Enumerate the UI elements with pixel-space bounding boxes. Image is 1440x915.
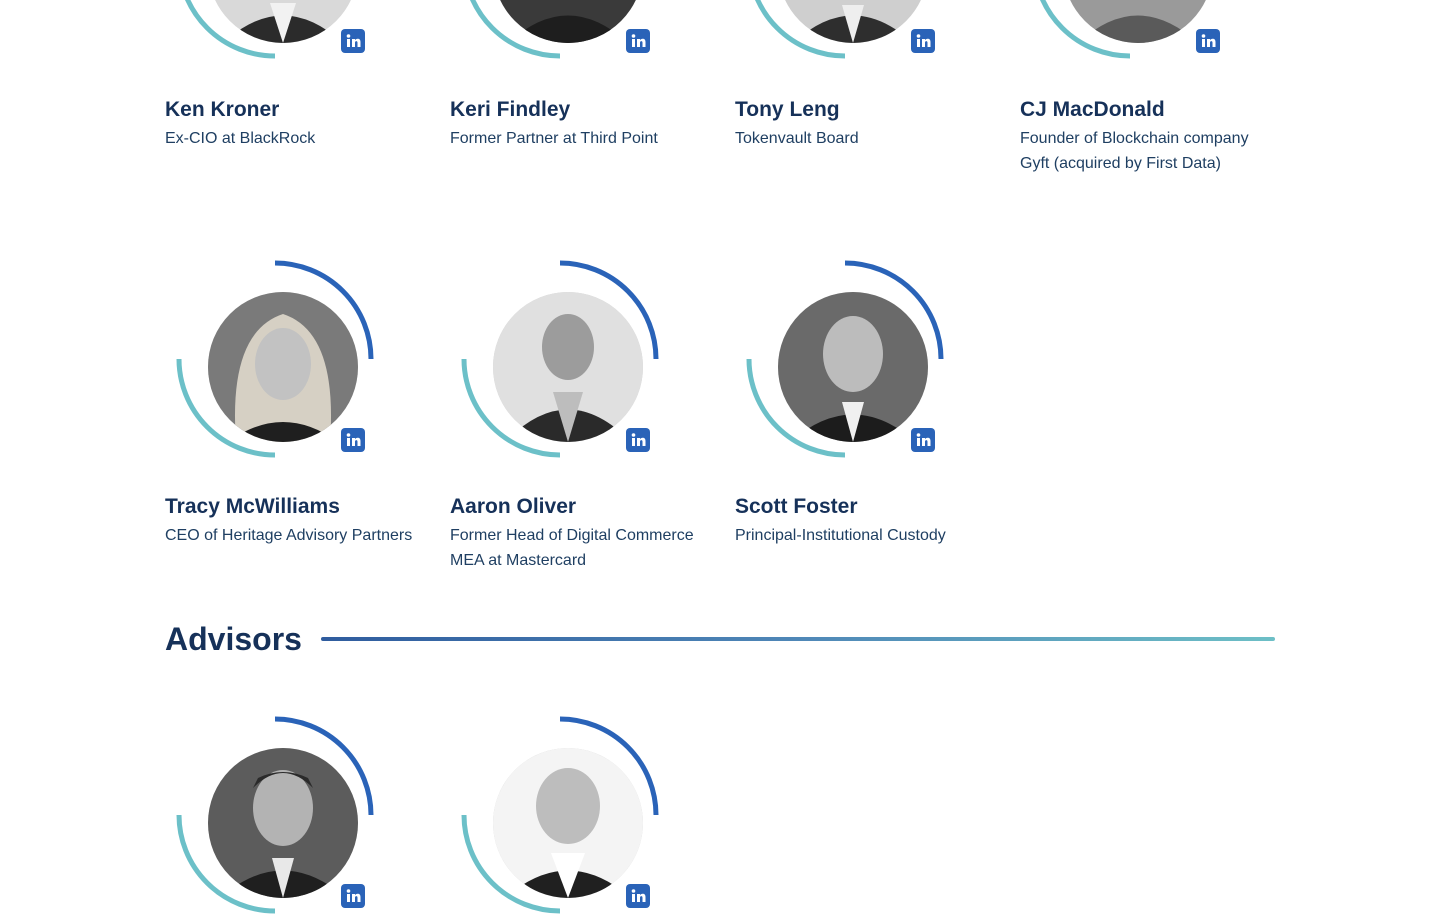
advisor-photo-frame: [460, 715, 660, 915]
section-title: Advisors: [165, 621, 302, 657]
linkedin-icon[interactable]: [341, 29, 365, 53]
member-role: CEO of Heritage Advisory Partners: [165, 527, 413, 544]
member-photo-frame: [1030, 0, 1230, 60]
member-photo: [200, 284, 366, 450]
member-role: Former Head of Digital Commerce MEA at M…: [450, 527, 694, 569]
linkedin-icon[interactable]: [626, 884, 650, 908]
member-photo-frame: [175, 259, 375, 459]
linkedin-icon[interactable]: [1196, 29, 1220, 53]
member-name: Keri Findley: [450, 98, 571, 121]
member-photo-frame: [745, 0, 945, 60]
member-role: Tokenvault Board: [735, 130, 859, 147]
member-name: Ken Kroner: [165, 98, 280, 121]
linkedin-icon[interactable]: [341, 884, 365, 908]
advisor-photo: [485, 740, 651, 906]
member-role: Former Partner at Third Point: [450, 130, 658, 147]
member-name: CJ MacDonald: [1020, 98, 1165, 121]
member-photo-frame: [460, 0, 660, 60]
member-name: Scott Foster: [735, 495, 858, 518]
linkedin-icon[interactable]: [911, 29, 935, 53]
linkedin-icon[interactable]: [911, 428, 935, 452]
member-role: Founder of Blockchain company Gyft (acqu…: [1020, 130, 1249, 172]
member-photo-frame: [745, 259, 945, 459]
member-role: Ex-CIO at BlackRock: [165, 130, 316, 147]
linkedin-icon[interactable]: [341, 428, 365, 452]
advisor-photo-frame: [175, 715, 375, 915]
member-photo: [485, 284, 651, 450]
member-name: Tony Leng: [735, 98, 840, 121]
section-divider: [321, 637, 1275, 641]
member-photo-frame: [460, 259, 660, 459]
advisor-photo: [200, 740, 366, 906]
linkedin-icon[interactable]: [626, 428, 650, 452]
member-photo: [770, 284, 936, 450]
member-name: Tracy McWilliams: [165, 495, 340, 518]
member-role: Principal-Institutional Custody: [735, 527, 946, 544]
advisors-section-header: Advisors: [165, 617, 1275, 661]
member-name: Aaron Oliver: [450, 495, 577, 518]
member-photo-frame: [175, 0, 375, 60]
linkedin-icon[interactable]: [626, 29, 650, 53]
